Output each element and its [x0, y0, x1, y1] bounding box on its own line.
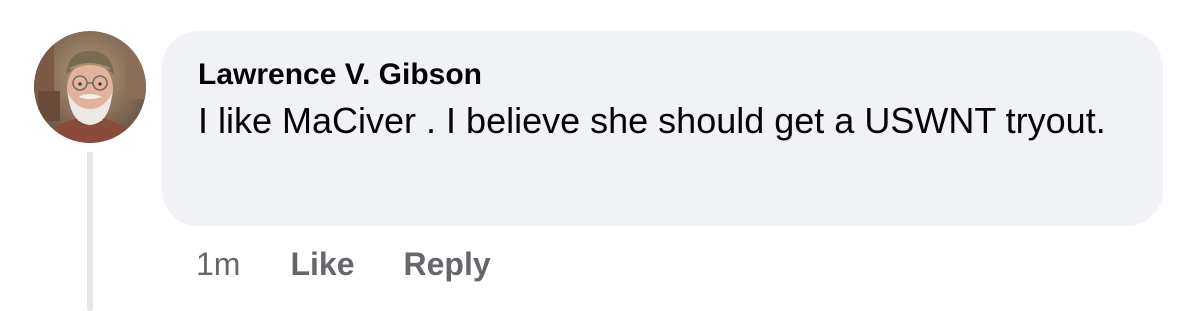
comment: Lawrence V. Gibson I like MaCiver . I be…: [0, 0, 1200, 311]
reply-button[interactable]: Reply: [403, 246, 490, 283]
comment-timestamp[interactable]: 1m: [196, 246, 240, 283]
avatar-photo: [34, 31, 146, 143]
comment-author[interactable]: Lawrence V. Gibson: [198, 57, 482, 93]
comment-actions: 1m Like Reply: [196, 242, 491, 286]
comment-bubble: Lawrence V. Gibson I like MaCiver . I be…: [162, 31, 1163, 226]
like-button[interactable]: Like: [290, 246, 354, 283]
comment-text: I like MaCiver . I believe she should ge…: [198, 100, 1106, 141]
avatar[interactable]: [34, 31, 146, 143]
thread-line: [87, 152, 93, 311]
